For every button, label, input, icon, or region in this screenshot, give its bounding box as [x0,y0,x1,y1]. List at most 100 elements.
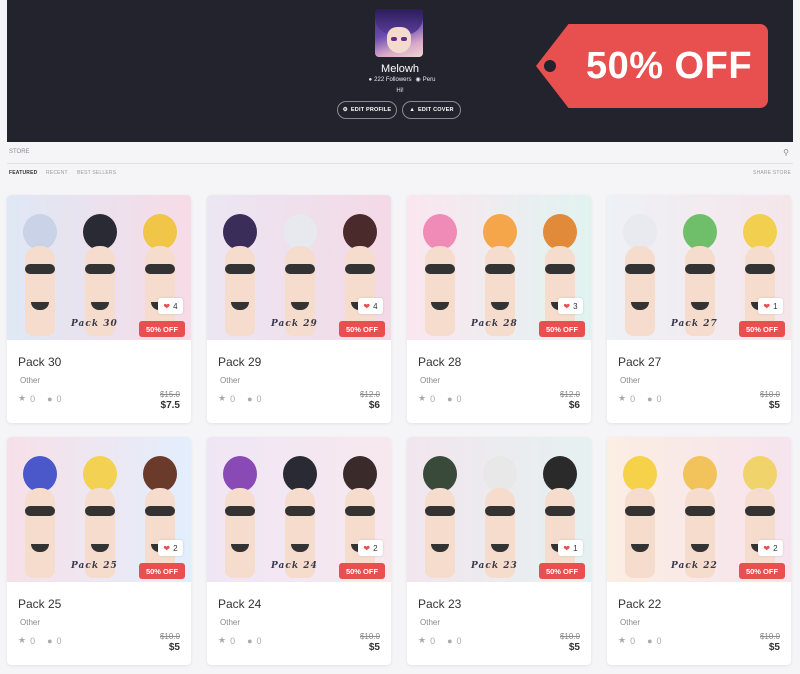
comment-icon: ● [47,393,53,404]
product-card[interactable]: Pack 25 ❤ 2 50% OFF Pack 25 Other ★ 0 ● 0 … [7,437,191,665]
gear-icon: ⚙ [342,107,348,113]
pack-watermark: Pack 28 [471,319,518,329]
edit-cover-button[interactable]: ▲ EDIT COVER [402,101,461,119]
product-stats: ★ 0 ● 0 [418,393,462,404]
likes-button[interactable]: ❤ 2 [158,540,183,556]
pack-watermark: Pack 24 [271,561,318,571]
pack-watermark: Pack 30 [71,319,118,329]
likes-button[interactable]: ❤ 4 [158,298,183,314]
product-card[interactable]: Pack 29 ❤ 4 50% OFF Pack 29 Other ★ 0 ● 0 … [207,195,391,423]
product-title[interactable]: Pack 29 [218,355,261,369]
likes-button[interactable]: ❤ 3 [558,298,583,314]
store-label: STORE [9,149,30,155]
edit-cover-label: EDIT COVER [418,107,454,113]
product-title[interactable]: Pack 25 [18,597,61,611]
original-price: $10.0 [559,632,580,641]
product-stats: ★ 0 ● 0 [18,393,62,404]
sale-price: $6 [368,400,380,411]
product-thumbnail[interactable]: Pack 28 ❤ 3 50% OFF [407,195,591,340]
comment-count: 0 [656,635,662,646]
star-count: 0 [230,393,236,404]
likes-button[interactable]: ❤ 1 [758,298,783,314]
pack-watermark: Pack 27 [671,319,718,329]
star-icon: ★ [618,393,627,403]
comment-icon: ● [647,635,653,646]
product-stats: ★ 0 ● 0 [618,393,662,404]
likes-count: 1 [573,543,578,553]
heart-icon: ❤ [363,301,371,311]
product-thumbnail[interactable]: Pack 29 ❤ 4 50% OFF [207,195,391,340]
product-thumbnail[interactable]: Pack 22 ❤ 2 50% OFF [607,437,791,582]
discount-badge: 50% OFF [139,321,185,337]
store-tabs: FEATURED RECENT BEST SELLERS SHARE STORE [7,168,793,180]
product-category: Other [420,618,441,627]
tab-best-sellers[interactable]: BEST SELLERS [77,170,116,176]
product-stats: ★ 0 ● 0 [418,635,462,646]
tab-recent[interactable]: RECENT [46,170,68,176]
comment-count: 0 [456,393,462,404]
heart-icon: ❤ [763,543,771,553]
comment-count: 0 [456,635,462,646]
product-thumbnail[interactable]: Pack 27 ❤ 1 50% OFF [607,195,791,340]
product-title[interactable]: Pack 22 [618,597,661,611]
product-title[interactable]: Pack 23 [418,597,461,611]
discount-badge: 50% OFF [739,563,785,579]
edit-profile-button[interactable]: ⚙ EDIT PROFILE [337,101,397,119]
comment-icon: ● [447,393,453,404]
product-thumbnail[interactable]: Pack 30 ❤ 4 50% OFF [7,195,191,340]
product-title[interactable]: Pack 27 [618,355,661,369]
star-icon: ★ [418,635,427,645]
product-category: Other [20,376,41,385]
likes-button[interactable]: ❤ 2 [758,540,783,556]
discount-badge: 50% OFF [539,321,585,337]
product-card[interactable]: Pack 30 ❤ 4 50% OFF Pack 30 Other ★ 0 ● 0 … [7,195,191,423]
product-card[interactable]: Pack 22 ❤ 2 50% OFF Pack 22 Other ★ 0 ● 0 … [607,437,791,665]
pin-icon: ◉ [415,77,421,83]
edit-profile-label: EDIT PROFILE [350,107,392,113]
product-thumbnail[interactable]: Pack 25 ❤ 2 50% OFF [7,437,191,582]
original-price: $10.0 [759,390,780,399]
artwork-figure [11,452,69,582]
product-card[interactable]: Pack 28 ❤ 3 50% OFF Pack 28 Other ★ 0 ● 0 … [407,195,591,423]
product-thumbnail[interactable]: Pack 24 ❤ 2 50% OFF [207,437,391,582]
comment-count: 0 [56,635,62,646]
sale-price: $6 [568,400,580,411]
tab-featured[interactable]: FEATURED [9,170,37,176]
likes-count: 3 [573,301,578,311]
product-thumbnail[interactable]: Pack 23 ❤ 1 50% OFF [407,437,591,582]
artwork-figure [211,452,269,582]
star-count: 0 [430,393,436,404]
pack-watermark: Pack 29 [271,319,318,329]
star-icon: ★ [418,393,427,403]
likes-button[interactable]: ❤ 2 [358,540,383,556]
heart-icon: ❤ [163,301,171,311]
product-title[interactable]: Pack 28 [418,355,461,369]
product-card[interactable]: Pack 23 ❤ 1 50% OFF Pack 23 Other ★ 0 ● 0 … [407,437,591,665]
original-price: $12.0 [359,390,380,399]
pack-watermark: Pack 25 [71,561,118,571]
avatar[interactable] [375,9,423,57]
comment-icon: ● [247,635,253,646]
star-icon: ★ [18,393,27,403]
likes-button[interactable]: ❤ 4 [358,298,383,314]
product-title[interactable]: Pack 30 [18,355,61,369]
original-price: $10.0 [159,632,180,641]
sale-price: $5 [768,400,780,411]
product-stats: ★ 0 ● 0 [18,635,62,646]
likes-button[interactable]: ❤ 1 [558,540,583,556]
product-title[interactable]: Pack 24 [218,597,261,611]
star-count: 0 [30,393,36,404]
followers-count[interactable]: 222 Followers [374,77,411,83]
product-card[interactable]: Pack 27 ❤ 1 50% OFF Pack 27 Other ★ 0 ● 0 … [607,195,791,423]
artwork-figure [211,210,269,340]
product-card[interactable]: Pack 24 ❤ 2 50% OFF Pack 24 Other ★ 0 ● 0 … [207,437,391,665]
comment-icon: ● [247,393,253,404]
likes-count: 4 [173,301,178,311]
share-store-link[interactable]: SHARE STORE [753,170,791,176]
likes-count: 2 [373,543,378,553]
search-icon[interactable]: ⚲ [783,148,789,157]
store-search-bar[interactable]: STORE ⚲ [7,142,793,164]
sale-price: $5 [768,642,780,653]
artwork-figure [611,452,669,582]
heart-icon: ❤ [563,543,571,553]
